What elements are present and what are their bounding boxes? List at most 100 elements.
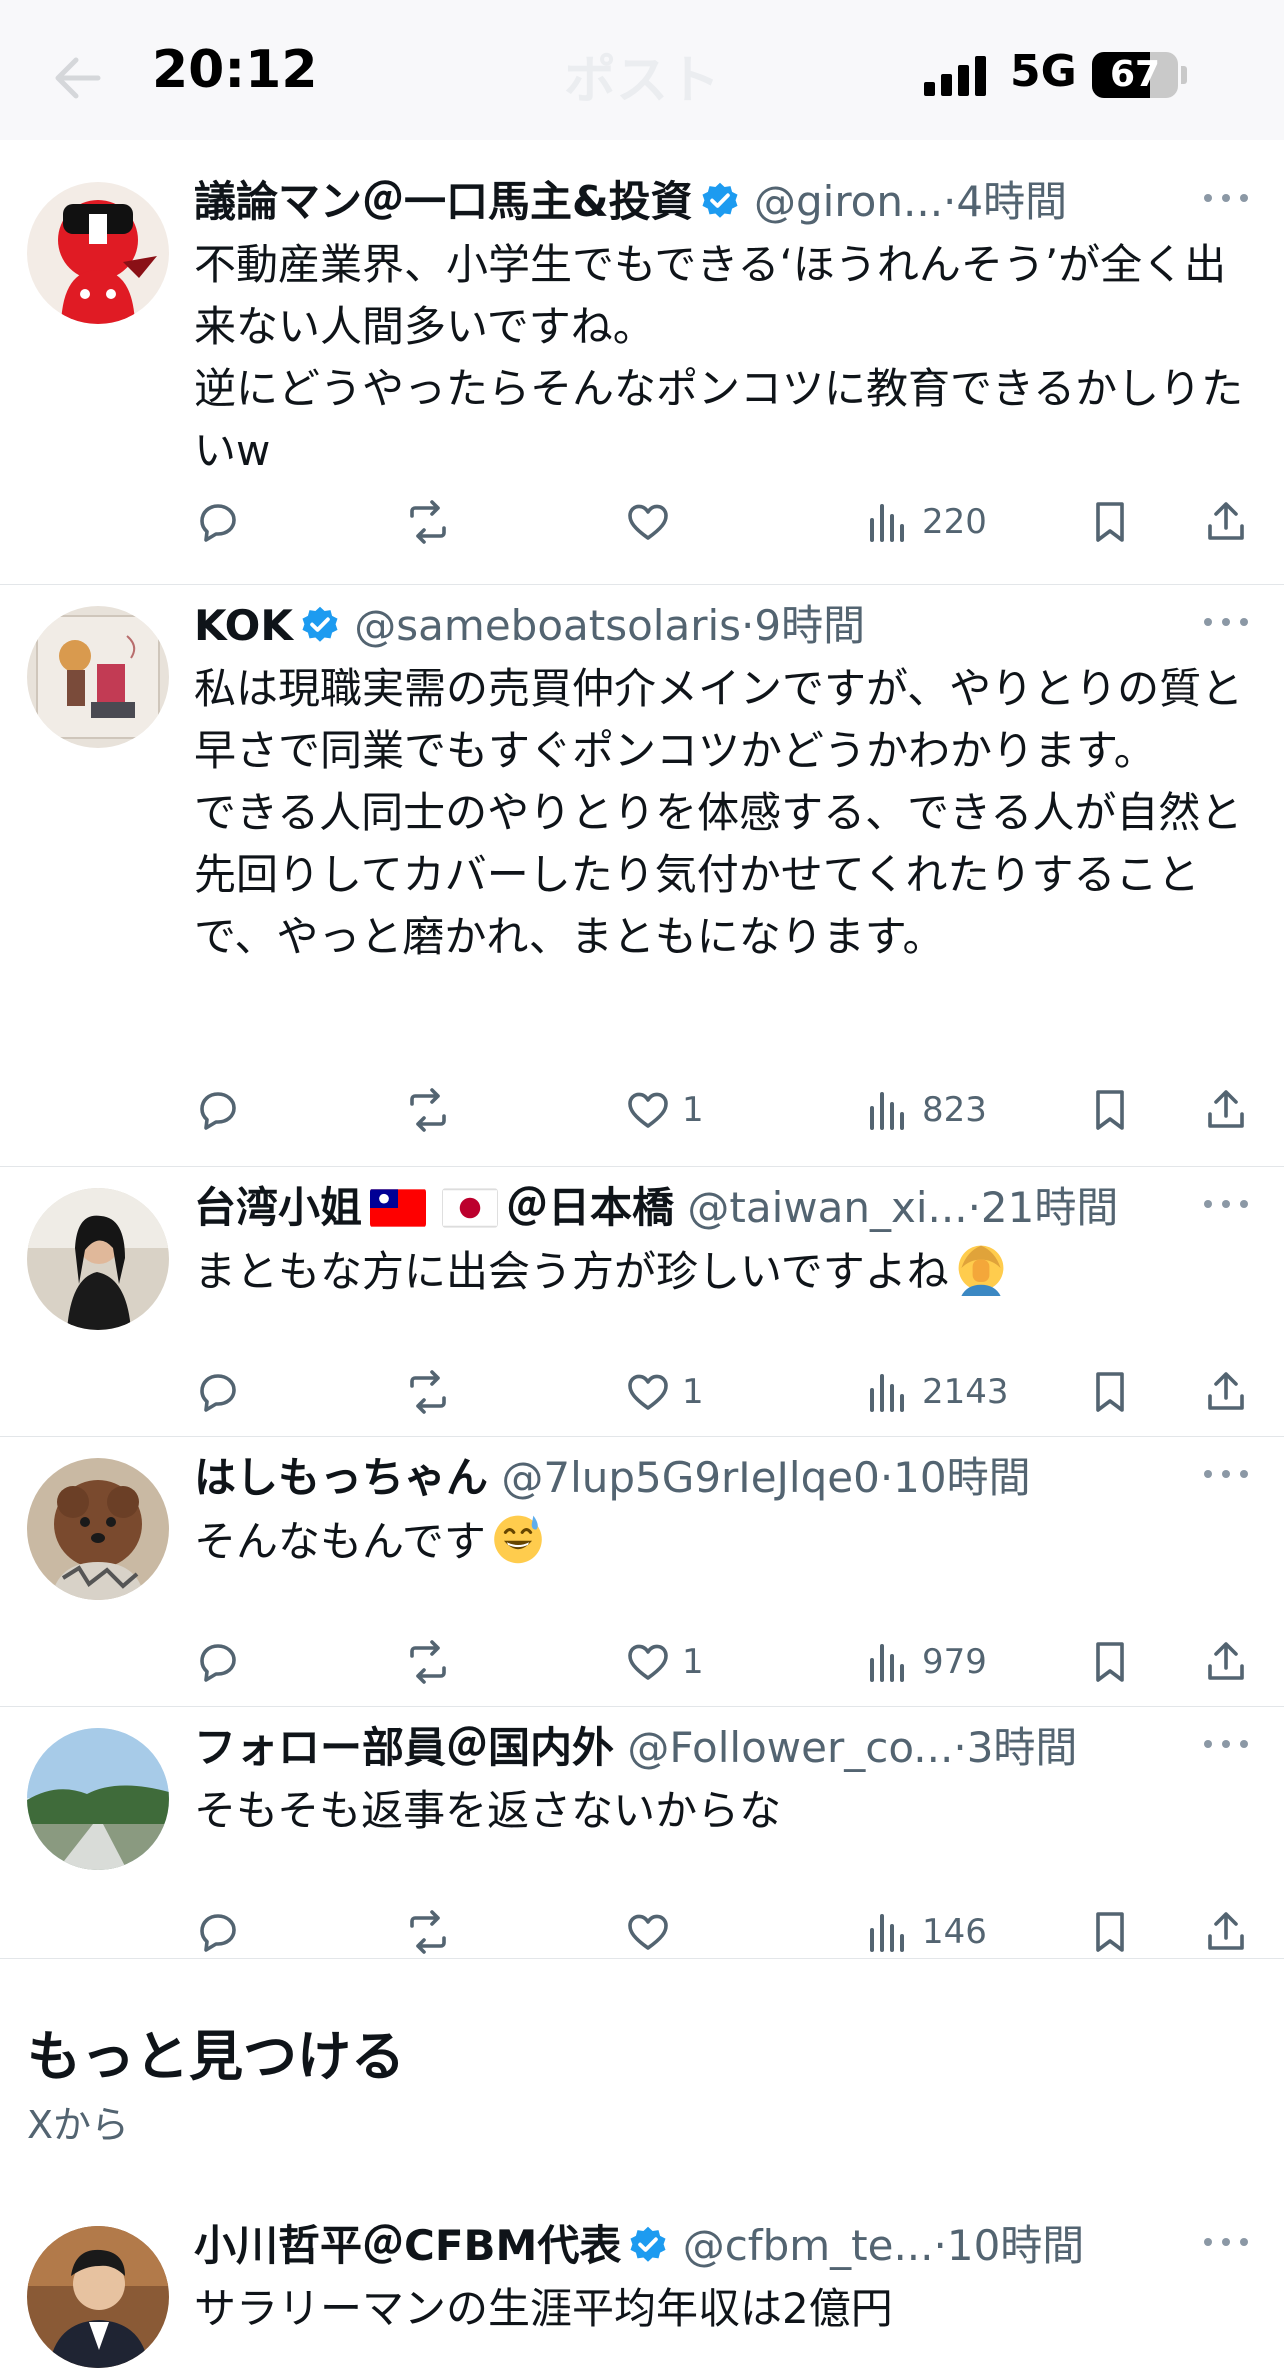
bookmark-icon [1096,1912,1124,1952]
reply-button[interactable] [194,1632,252,1692]
separator-dot: · [953,1723,967,1772]
repost-icon [410,1088,446,1132]
tweet-text: そんなもんです [194,1517,486,1566]
like-icon [628,1092,668,1128]
status-bar: ポスト 20:12 5G 67 [0,0,1284,140]
like-icon [628,1914,668,1950]
bookmark-icon [1096,1372,1124,1412]
repost-button[interactable] [404,492,452,552]
views-button[interactable]: 146 [864,1902,987,1962]
post-age[interactable]: 4時間 [956,177,1067,226]
reply-icon [200,1914,236,1952]
bookmark-button[interactable] [1086,1902,1134,1962]
share-button[interactable] [1202,1362,1250,1422]
more-icon[interactable] [1202,1732,1250,1756]
reply-button[interactable] [194,492,252,552]
author-name[interactable]: 台湾小姐 [194,1183,362,1232]
tweet[interactable]: フォロー部員＠国内外 @Follower_co...·3時間 そもそも返事を返さ… [0,1706,1284,1959]
like-count: 1 [682,1090,704,1130]
tweet-text: まともな方に出会う方が珍しいですよね [194,1247,949,1296]
more-icon[interactable] [1202,1462,1250,1486]
avatar[interactable] [27,182,169,324]
tweet[interactable]: はしもっちゃん @7lup5G9rIeJlqe0·10時間 そんなもんです 1 … [0,1436,1284,1707]
bookmark-button[interactable] [1086,492,1134,552]
tweet[interactable]: 議論マン＠一口馬主&投資 @giron...·4時間 不動産業界、小学生でもでき… [0,160,1284,585]
more-icon[interactable] [1202,1192,1250,1216]
bookmark-button[interactable] [1086,1632,1134,1692]
avatar[interactable] [27,1458,169,1600]
network-type: 5G [1010,46,1077,97]
author-handle[interactable]: @cfbm_te... [683,2221,934,2270]
more-icon[interactable] [1202,186,1250,210]
share-button[interactable] [1202,492,1250,552]
author-handle[interactable]: @7lup5G9rIeJlqe0 [501,1453,879,1502]
repost-icon [410,1910,446,1954]
like-button[interactable]: 1 [624,1362,704,1422]
repost-icon [410,500,446,544]
repost-button[interactable] [404,1080,452,1140]
author-name[interactable]: はしもっちゃん [194,1453,488,1502]
reply-icon [200,1644,236,1682]
tweet-text-container: まともな方に出会う方が珍しいですよね [194,1240,1256,1303]
like-button[interactable]: 1 [624,1080,704,1140]
more-icon[interactable] [1202,610,1250,634]
signal-icon [924,56,986,96]
post-age[interactable]: 3時間 [967,1723,1078,1772]
bookmark-button[interactable] [1086,1362,1134,1422]
like-count: 1 [682,1372,704,1412]
repost-icon [410,1640,446,1684]
author-name[interactable]: フォロー部員＠国内外 [194,1723,614,1772]
reply-button[interactable] [194,1902,252,1962]
author-name-suffix[interactable]: ＠日本橋 [506,1183,674,1232]
post-age[interactable]: 10時間 [947,2221,1084,2270]
like-button[interactable] [624,492,682,552]
repost-button[interactable] [404,1362,452,1422]
author-handle[interactable]: @taiwan_xi... [687,1183,967,1232]
bookmark-icon [1096,1090,1124,1130]
tweet-text: サラリーマンの生涯平均年収は2億円 [194,2284,893,2333]
like-button[interactable] [624,1902,682,1962]
like-icon [628,1644,668,1680]
avatar[interactable] [27,2226,169,2368]
share-button[interactable] [1202,1080,1250,1140]
suggested-tweet[interactable]: 小川哲平＠CFBM代表 @cfbm_te...·10時間 サラリーマンの生涯平均… [0,2204,1284,2368]
like-button[interactable]: 1 [624,1632,704,1692]
more-icon[interactable] [1202,2230,1250,2254]
views-button[interactable]: 2143 [864,1362,1009,1422]
author-handle[interactable]: @sameboatsolaris [354,601,741,650]
repost-button[interactable] [404,1632,452,1692]
author-handle[interactable]: @Follower_co... [627,1723,953,1772]
author-name[interactable]: 小川哲平＠CFBM代表 [194,2221,621,2270]
tweet[interactable]: KOK @sameboatsolaris·9時間 私は現職実需の売買仲介メインで… [0,584,1284,1167]
separator-dot: · [967,1183,981,1232]
tweet-actions: 1 979 [194,1632,1254,1692]
reply-button[interactable] [194,1362,252,1422]
author-name[interactable]: KOK [194,601,293,650]
author-name[interactable]: 議論マン＠一口馬主&投資 [194,177,693,226]
separator-dot: · [879,1453,894,1502]
views-button[interactable]: 220 [864,492,987,552]
like-icon [628,504,668,540]
bookmark-button[interactable] [1086,1080,1134,1140]
tweet-header: 台湾小姐 ＠日本橋 @taiwan_xi...·21時間 [194,1180,1194,1236]
views-button[interactable]: 823 [864,1080,987,1140]
reply-button[interactable] [194,1080,252,1140]
battery-indicator: 67 [1092,52,1178,98]
author-handle[interactable]: @giron... [754,177,943,226]
tweet-actions: 146 [194,1902,1254,1962]
post-age[interactable]: 10時間 [893,1453,1030,1502]
views-button[interactable]: 979 [864,1632,987,1692]
status-time: 20:12 [152,40,318,100]
discover-subheading: Xから [27,2103,130,2147]
share-icon [1208,1090,1244,1128]
share-button[interactable] [1202,1902,1250,1962]
post-age[interactable]: 21時間 [981,1183,1118,1232]
post-age[interactable]: 9時間 [754,601,865,650]
avatar[interactable] [27,1188,169,1330]
sweat-smile-emoji [494,1515,542,1564]
repost-button[interactable] [404,1902,452,1962]
avatar[interactable] [27,1728,169,1870]
tweet[interactable]: 台湾小姐 ＠日本橋 @taiwan_xi...·21時間 まともな方に出会う方が珍… [0,1166,1284,1437]
share-button[interactable] [1202,1632,1250,1692]
avatar[interactable] [27,606,169,748]
